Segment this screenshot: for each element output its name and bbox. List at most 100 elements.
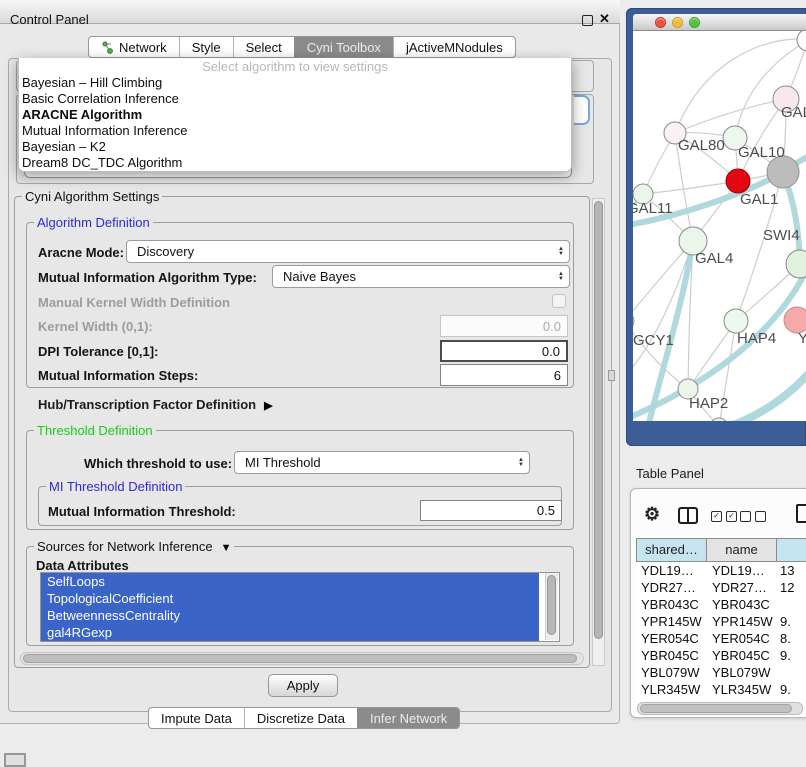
attribute-item-gal4rgexp[interactable]: gal4RGexp (41, 624, 539, 641)
combo-stepper-icon: ▲▼ (553, 272, 569, 282)
settings-horizontal-scrollbar-thumb[interactable] (23, 654, 577, 663)
hub-transcription-factor-section[interactable]: Hub/Transcription Factor Definition▶ (38, 397, 273, 412)
table-header-row: shared…name (636, 538, 806, 562)
data-attributes-label: Data Attributes (36, 558, 129, 573)
network-canvas[interactable]: GALGAL80GAL10GAL1GAL11GAL4SWI4GCY1HAP4YH… (633, 31, 806, 421)
table-row[interactable]: YPR145WYPR145W9. (636, 613, 806, 630)
mi-algorithm-type-combo[interactable]: Naive Bayes ▲▼ (272, 265, 570, 288)
table-cell: 8. (776, 630, 806, 647)
tab-cyni-toolbox[interactable]: Cyni Toolbox (294, 37, 393, 57)
table-cell: 13 (776, 562, 806, 579)
table-cell: YPR145W (636, 613, 706, 630)
tab-jactivemnodules[interactable]: jActiveMNodules (393, 37, 515, 57)
table-cell: YBL079W (706, 664, 776, 681)
algorithm-option-dream8-dc-tdc-algorithm[interactable]: Dream8 DC_TDC Algorithm (19, 155, 571, 171)
control-panel-title: Control Panel (10, 12, 89, 27)
cyni-bottom-tabs: Impute DataDiscretize DataInfer Network (148, 707, 460, 729)
network-node-gal1[interactable] (726, 169, 750, 193)
algorithm-definition-title: Algorithm Definition (34, 216, 153, 229)
deselect-all-icon[interactable] (740, 511, 766, 522)
table-cell: 9. (776, 681, 806, 698)
column-header-shared[interactable]: shared… (637, 539, 707, 561)
algorithm-dropdown-placeholder: Select algorithm to view settings (19, 59, 571, 75)
table-cell (776, 664, 806, 681)
close-traffic-light-icon[interactable] (655, 17, 666, 28)
close-window-icon[interactable]: ✕ (599, 11, 610, 27)
control-panel-titlebar (0, 0, 620, 24)
network-edge[interactable] (735, 40, 806, 138)
table-row[interactable]: YDL19…YDL19…13 (636, 562, 806, 579)
table-cell: 12 (776, 579, 806, 596)
combo-stepper-icon: ▲▼ (553, 247, 569, 257)
table-horizontal-scrollbar-thumb[interactable] (640, 704, 792, 713)
mi-threshold-field[interactable] (420, 500, 562, 521)
table-row[interactable]: YER054CYER054C8. (636, 630, 806, 647)
network-node-gcy1[interactable] (633, 312, 634, 330)
algorithm-combo-focused-partial[interactable] (574, 95, 590, 125)
dpi-tolerance-field[interactable] (440, 340, 568, 362)
algorithm-dropdown-popup: Select algorithm to view settings Bayesi… (18, 58, 572, 172)
algorithm-dropdown-list: Bayesian – Hill ClimbingBasic Correlatio… (19, 75, 571, 171)
panel-splitter-handle[interactable] (608, 370, 615, 381)
algorithm-option-mutual-information-inference[interactable]: Mutual Information Inference (19, 123, 571, 139)
sources-section-header[interactable]: Sources for Network Inference▼ (34, 540, 234, 555)
minimize-traffic-light-icon[interactable] (672, 17, 683, 28)
select-all-icon[interactable]: ✓✓ (711, 511, 737, 522)
network-graph[interactable]: GALGAL80GAL10GAL1GAL11GAL4SWI4GCY1HAP4YH… (633, 31, 806, 421)
node-label: GAL80 (678, 137, 725, 154)
apply-button[interactable]: Apply (268, 674, 338, 697)
table-row[interactable]: YBR045CYBR045C9. (636, 647, 806, 664)
dpi-tolerance-label: DPI Tolerance [0,1]: (38, 344, 158, 359)
zoom-traffic-light-icon[interactable] (689, 17, 700, 28)
tab-label: jActiveMNodules (406, 40, 503, 55)
expanded-arrow-icon: ▼ (221, 542, 232, 554)
attribute-item-topologicalcoefficient[interactable]: TopologicalCoefficient (41, 590, 539, 607)
table-row[interactable]: YBR043CYBR043C (636, 596, 806, 613)
table-cell: 9. (776, 613, 806, 630)
table-cell: YER054C (636, 630, 706, 647)
mi-steps-field[interactable] (440, 364, 568, 386)
tab-discretize-data[interactable]: Discretize Data (244, 708, 357, 728)
tab-impute-data[interactable]: Impute Data (149, 708, 244, 728)
node-label: GAL11 (633, 200, 673, 217)
settings-vertical-scrollbar (592, 198, 605, 666)
aracne-mode-combo[interactable]: Discovery ▲▼ (126, 240, 570, 263)
tab-select[interactable]: Select (233, 37, 294, 57)
table-cell: YPR145W (706, 613, 776, 630)
which-threshold-combo[interactable]: MI Threshold ▲▼ (234, 451, 530, 474)
column-header-col3[interactable] (777, 539, 806, 561)
node-label: HAP4 (737, 330, 776, 347)
table-cell: YBR043C (706, 596, 776, 613)
network-icon (101, 41, 114, 54)
tab-infer-network[interactable]: Infer Network (357, 708, 459, 728)
table-row[interactable]: YDR27…YDR27…12 (636, 579, 806, 596)
table-cell: YBR045C (706, 647, 776, 664)
split-columns-icon[interactable] (678, 507, 698, 524)
attributes-scrollbar-thumb[interactable] (547, 575, 556, 635)
manual-kernel-width-label: Manual Kernel Width Definition (38, 295, 230, 310)
table-settings-gear-icon[interactable]: ⚙ (644, 504, 660, 525)
tab-network[interactable]: Network (89, 37, 179, 57)
algorithm-option-bayesian-hill-climbing[interactable]: Bayesian – Hill Climbing (19, 75, 571, 91)
algorithm-option-bayesian-k2[interactable]: Bayesian – K2 (19, 139, 571, 155)
table-row[interactable]: YBL079WYBL079W (636, 664, 806, 681)
algorithm-option-aracne-algorithm[interactable]: ARACNE Algorithm (19, 107, 571, 123)
settings-vertical-scrollbar-thumb[interactable] (594, 201, 603, 639)
attribute-item-selfloops[interactable]: SelfLoops (41, 573, 539, 590)
manual-kernel-width-checkbox[interactable] (552, 294, 566, 308)
node-label: HAP2 (689, 395, 728, 412)
column-header-name[interactable]: name (707, 539, 777, 561)
new-table-icon[interactable] (796, 504, 806, 523)
node-label: Y (798, 330, 806, 347)
attribute-item-betweennesscentrality[interactable]: BetweennessCentrality (41, 607, 539, 624)
network-node[interactable] (797, 31, 806, 51)
float-window-icon[interactable] (582, 15, 593, 26)
minimized-panel-button[interactable] (4, 753, 26, 767)
algorithm-option-basic-correlation-inference[interactable]: Basic Correlation Inference (19, 91, 571, 107)
network-edge[interactable] (643, 181, 738, 194)
tab-style[interactable]: Style (179, 37, 233, 57)
kernel-width-field[interactable] (440, 315, 568, 337)
tab-label: Select (246, 40, 282, 55)
table-row[interactable]: YLR345WYLR345W9. (636, 681, 806, 698)
aracne-mode-label: Aracne Mode: (38, 245, 124, 260)
